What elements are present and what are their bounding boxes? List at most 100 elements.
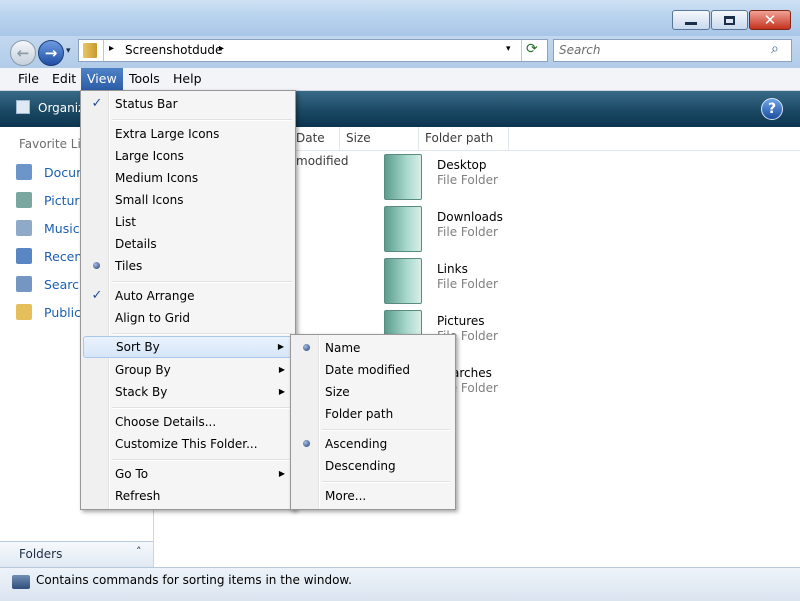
downloads-folder-icon [384,206,422,252]
menu-item-label: Medium Icons [115,171,199,185]
recent-pages-dropdown[interactable]: ▾ [66,46,71,56]
sort-item-more[interactable]: More... [293,485,453,507]
menu-item-medium-icons[interactable]: Medium Icons [83,167,293,189]
menu-item-sort-by[interactable]: Sort By ▶ [83,336,293,358]
menu-item-label: Group By [115,363,171,377]
file-tile-links[interactable]: Links File Folder [384,258,544,308]
music-icon [16,220,32,236]
menu-item-align-to-grid[interactable]: Align to Grid [83,307,293,329]
minimize-icon [685,21,697,25]
sort-item-descending[interactable]: Descending [293,455,453,477]
menu-item-tiles[interactable]: Tiles [83,255,293,277]
column-header-folder-path[interactable]: Folder path [419,127,509,150]
menu-item-stack-by[interactable]: Stack By ▶ [83,381,293,403]
documents-icon [16,164,32,180]
menu-item-list[interactable]: List [83,211,293,233]
menu-item-label: Status Bar [115,97,178,111]
file-name: Downloads [437,210,503,224]
favorite-link-public[interactable]: Public [16,302,81,322]
file-tile-desktop[interactable]: Desktop File Folder [384,154,544,204]
menu-view[interactable]: View [81,68,123,90]
menu-item-status-bar[interactable]: ✓ Status Bar [83,93,293,115]
menu-item-label: More... [325,489,367,503]
desktop-folder-icon [384,154,422,200]
close-icon: ✕ [763,11,777,29]
menu-item-label: Folder path [325,407,394,421]
menu-item-label: Date modified [325,363,411,377]
menu-separator [322,429,450,431]
menu-item-small-icons[interactable]: Small Icons [83,189,293,211]
chevron-up-icon[interactable]: ˄ [136,545,142,558]
menu-item-large-icons[interactable]: Large Icons [83,145,293,167]
menu-edit[interactable]: Edit [46,68,82,90]
sort-item-folder-path[interactable]: Folder path [293,403,453,425]
back-arrow-icon: ← [16,44,30,62]
minimize-button[interactable] [672,10,710,30]
menu-item-label: Small Icons [115,193,184,207]
menu-separator [112,459,292,461]
menu-tools[interactable]: Tools [123,68,166,90]
sort-item-ascending[interactable]: Ascending [293,433,453,455]
menu-item-choose-details[interactable]: Choose Details... [83,411,293,433]
address-dropdown-icon[interactable]: ▾ [506,44,511,54]
help-icon[interactable]: ? [761,98,783,120]
search-placeholder: Search [559,43,601,57]
menu-item-refresh[interactable]: Refresh [83,485,293,507]
submenu-arrow-icon: ▶ [278,387,285,396]
favorite-link-music[interactable]: Music [16,218,80,238]
menu-separator [322,481,450,483]
menu-item-details[interactable]: Details [83,233,293,255]
menu-item-customize-folder[interactable]: Customize This Folder... [83,433,293,455]
sort-item-date-modified[interactable]: Date modified [293,359,453,381]
pictures-icon [16,192,32,208]
links-folder-icon [384,258,422,304]
menu-item-auto-arrange[interactable]: ✓ Auto Arrange [83,285,293,307]
refresh-icon[interactable]: ⟳ [526,41,538,57]
maximize-button[interactable] [711,10,748,30]
status-computer-icon [12,575,30,589]
menu-separator [112,407,292,409]
forward-button[interactable]: → [38,40,64,66]
submenu-arrow-icon: ▶ [278,365,285,374]
back-button[interactable]: ← [10,40,36,66]
breadcrumb-screenshotdude[interactable]: Screenshotdude [125,43,222,57]
checkmark-icon: ✓ [91,96,103,111]
menu-item-group-by[interactable]: Group By ▶ [83,359,293,381]
forward-arrow-icon: → [44,44,58,62]
breadcrumb-chevron-icon[interactable]: ▸ [109,43,114,54]
folders-label[interactable]: Folders [19,547,62,561]
sort-by-submenu: Name Date modified Size Folder path Asce… [290,334,456,510]
menu-item-label: Tiles [115,259,143,273]
file-type: File Folder [437,225,498,239]
menu-item-label: List [115,215,136,229]
column-header-size[interactable]: Size [340,127,419,150]
submenu-arrow-icon: ▶ [278,469,285,478]
menu-item-label: Size [325,385,350,399]
sort-item-name[interactable]: Name [293,337,453,359]
menu-item-go-to[interactable]: Go To ▶ [83,463,293,485]
search-icon[interactable]: ⌕ [771,41,779,57]
menu-item-label: Refresh [115,489,161,503]
breadcrumb-chevron-icon[interactable]: ▸ [219,43,224,54]
radio-bullet-icon [303,344,310,351]
public-folder-icon [16,304,32,320]
maximize-icon [724,15,735,25]
menu-item-label: Details [115,237,157,251]
sort-item-size[interactable]: Size [293,381,453,403]
menu-item-label: Stack By [115,385,168,399]
search-input[interactable]: Search ⌕ [553,39,792,62]
menu-item-label: Go To [115,467,149,481]
menu-item-label: Descending [325,459,396,473]
file-tile-downloads[interactable]: Downloads File Folder [384,206,544,256]
checkmark-icon: ✓ [91,288,103,303]
menu-item-extra-large-icons[interactable]: Extra Large Icons [83,123,293,145]
close-button[interactable]: ✕ [749,10,791,30]
view-menu: ✓ Status Bar Extra Large Icons Large Ico… [80,90,296,510]
radio-bullet-icon [303,440,310,447]
file-name: Links [437,262,468,276]
address-bar[interactable]: ▸ Screenshotdude ▸ ▾ ⟳ [78,39,548,62]
status-text: Contains commands for sorting items in t… [36,573,352,587]
menu-item-label: Align to Grid [115,311,190,325]
menu-file[interactable]: File [12,68,45,90]
menu-help[interactable]: Help [167,68,208,90]
